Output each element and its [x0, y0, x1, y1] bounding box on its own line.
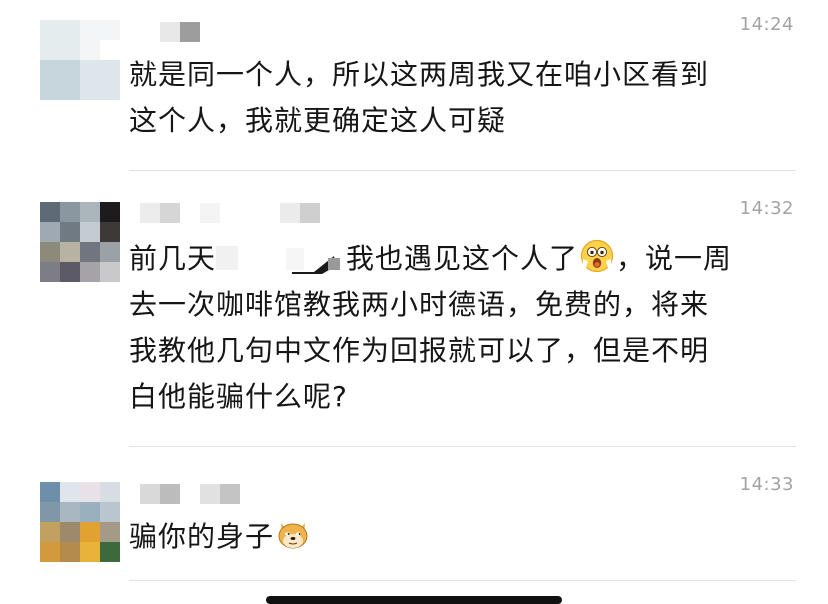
message-timestamp: 14:24 — [739, 14, 794, 35]
message-divider — [129, 170, 796, 171]
message-text[interactable]: 前几天 我也遇见这个人了 ，说一周 去一次咖啡馆教我两小时德语，免费的，将来 我教他… — [129, 236, 809, 420]
message-text[interactable]: 骗你的身子 — [129, 514, 809, 560]
message-fragment: 前几天 — [129, 242, 217, 275]
avatar[interactable] — [40, 202, 120, 282]
message-line: 就是同一个人，所以这两周我又在咱小区看到 — [129, 58, 710, 91]
message-line: 我教他几句中文作为回报就可以了，但是不明 — [129, 334, 710, 367]
message-line: 骗你的身子 — [129, 514, 809, 560]
message-fragment: 骗你的身子 — [129, 520, 275, 553]
message-fragment: ，说一周 — [616, 242, 733, 275]
message-text[interactable]: 就是同一个人，所以这两周我又在咱小区看到 这个人，我就更确定这人可疑 — [129, 52, 809, 144]
message-fragment: 我也遇见这个人了 — [346, 242, 579, 275]
avatar[interactable] — [40, 482, 120, 562]
message-divider — [129, 446, 796, 447]
message-line: 前几天 我也遇见这个人了 ，说一周 — [129, 236, 809, 282]
shocked-face-emoji — [580, 239, 614, 273]
doge-emoji — [276, 517, 310, 551]
message-line: 这个人，我就更确定这人可疑 — [129, 104, 507, 137]
home-indicator[interactable] — [266, 596, 562, 604]
message-line: 去一次咖啡馆教我两小时德语，免费的，将来 — [129, 288, 710, 321]
redacted-text — [216, 242, 346, 274]
sender-name-blurred — [140, 484, 240, 504]
avatar[interactable] — [40, 20, 120, 100]
message-timestamp: 14:32 — [739, 198, 794, 219]
message-line: 白他能骗什么呢? — [129, 380, 348, 413]
message-timestamp: 14:33 — [739, 474, 794, 495]
sender-name-blurred — [140, 203, 320, 223]
sender-name-blurred — [160, 22, 200, 42]
message-divider — [129, 580, 796, 581]
